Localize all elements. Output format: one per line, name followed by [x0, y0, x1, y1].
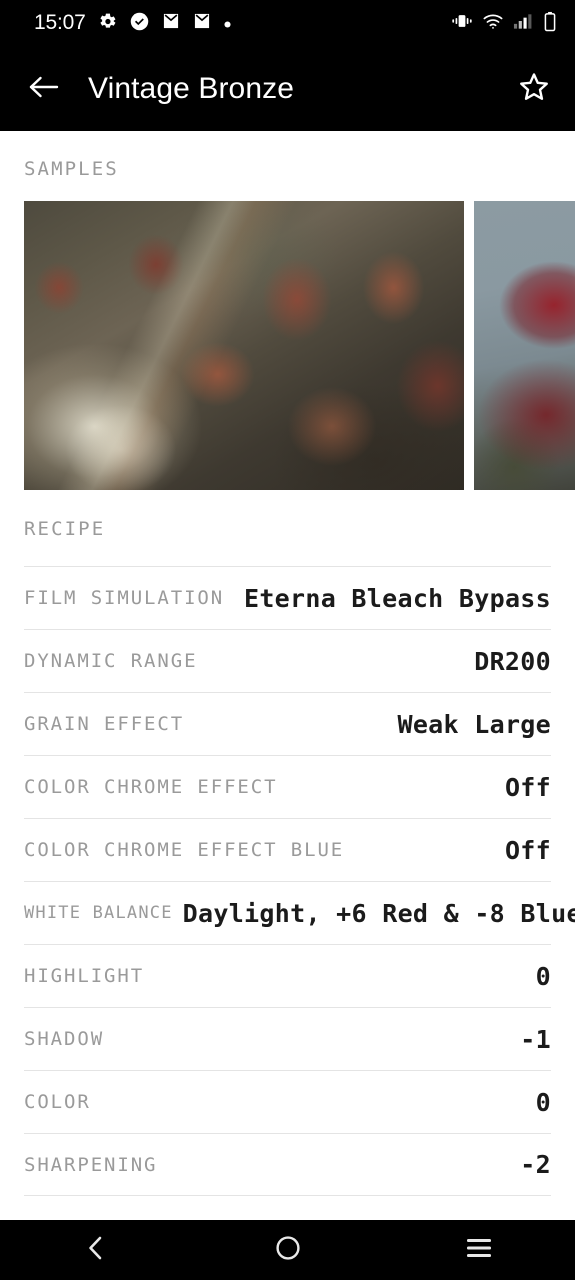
recipe-row-label: HIGHLIGHT [24, 965, 145, 987]
recipe-row-value: DR200 [474, 646, 551, 676]
recipe-row-value: -2 [520, 1150, 551, 1179]
mail-icon [161, 11, 181, 35]
recipe-row: HIGHLIGHT 0 [24, 944, 551, 1007]
dot-icon [223, 14, 232, 33]
back-button[interactable] [0, 72, 88, 106]
samples-section-label: SAMPLES [24, 158, 119, 180]
recipe-row-value: Off [504, 772, 551, 802]
check-circle-icon [129, 11, 150, 36]
recipe-row-value: Weak Large [397, 709, 551, 739]
content-area[interactable]: SAMPLES RECIPE FILM SIMULATION Eterna Ble… [0, 131, 575, 1220]
nav-home-icon [274, 1234, 302, 1266]
signal-icon [513, 12, 534, 34]
sample-photo-leaves [24, 201, 464, 490]
recipe-row: GRAIN EFFECT Weak Large [24, 692, 551, 755]
samples-carousel[interactable] [0, 201, 575, 490]
wifi-icon [482, 12, 504, 34]
back-arrow-icon [27, 72, 61, 106]
mail-icon [192, 11, 212, 35]
status-bar-right [451, 11, 557, 36]
recipe-row-value: 0 [535, 961, 551, 991]
status-bar-clock: 15:07 [34, 11, 86, 34]
favorite-button[interactable] [493, 70, 575, 108]
nav-back-button[interactable] [0, 1233, 192, 1267]
recipe-row: COLOR 0 [24, 1070, 551, 1133]
recipe-row-label: GRAIN EFFECT [24, 713, 185, 735]
recipe-row: SHADOW -1 [24, 1007, 551, 1070]
battery-icon [543, 11, 557, 36]
star-outline-icon [517, 70, 551, 108]
recipe-row: FILM SIMULATION Eterna Bleach Bypass [24, 566, 551, 629]
recipe-row: DYNAMIC RANGE DR200 [24, 629, 551, 692]
recipe-row-label: COLOR [24, 1091, 91, 1113]
nav-home-button[interactable] [192, 1234, 384, 1266]
recipe-row-label: COLOR CHROME EFFECT BLUE [24, 839, 345, 861]
status-bar-left: 15:07 [34, 11, 451, 36]
recipe-row: SHARPENING -2 [24, 1133, 551, 1196]
recipe-row-value: Off [504, 835, 551, 865]
sample-image-2[interactable] [474, 201, 575, 490]
recipe-row-label: FILM SIMULATION [24, 587, 225, 609]
recipe-row-value: 0 [535, 1087, 551, 1117]
phone-screen: 15:07 Vintage Bronze SAMPLES RECIPE FILM… [0, 0, 575, 1280]
recipe-row-label: DYNAMIC RANGE [24, 650, 198, 672]
page-title: Vintage Bronze [88, 71, 294, 105]
recipe-row-label: SHARPENING [24, 1153, 158, 1176]
nav-recents-icon [465, 1237, 493, 1263]
nav-recents-button[interactable] [383, 1237, 575, 1263]
recipe-list: FILM SIMULATION Eterna Bleach Bypass DYNAM… [0, 566, 575, 1196]
recipe-row-value: -1 [520, 1024, 551, 1054]
app-bar: Vintage Bronze [0, 46, 575, 131]
android-navigation-bar [0, 1220, 575, 1280]
recipe-row-label: SHADOW [24, 1028, 105, 1050]
recipe-row-value: Daylight, +6 Red & -8 Blue [182, 898, 575, 928]
recipe-row-value: Eterna Bleach Bypass [243, 583, 551, 613]
recipe-row: WHITE BALANCE Daylight, +6 Red & -8 Blue [24, 881, 575, 944]
sample-image-1[interactable] [24, 201, 464, 490]
sample-photo-flowers [474, 201, 575, 490]
recipe-row: COLOR CHROME EFFECT Off [24, 755, 551, 818]
vibrate-icon [451, 12, 473, 34]
gear-icon [97, 11, 118, 36]
status-bar: 15:07 [0, 0, 575, 46]
recipe-row-label: WHITE BALANCE [24, 903, 173, 923]
recipe-row-label: COLOR CHROME EFFECT [24, 776, 278, 798]
recipe-row: COLOR CHROME EFFECT BLUE Off [24, 818, 551, 881]
nav-back-icon [83, 1233, 109, 1267]
recipe-section-label: RECIPE [24, 518, 106, 540]
